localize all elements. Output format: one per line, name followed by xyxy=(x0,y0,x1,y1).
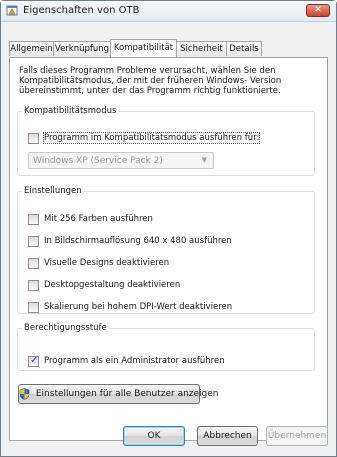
title-bar[interactable]: Eigenschaften von OTB ✕ xyxy=(1,1,336,22)
window-title: Eigenschaften von OTB xyxy=(23,5,140,16)
dialog-client-area: Allgemein Verknüpfung Kompatibilität Sic… xyxy=(4,22,333,454)
tab-details[interactable]: Details xyxy=(226,41,262,56)
tab-verknuepfung[interactable]: Verknüpfung xyxy=(53,41,111,56)
checkbox-box[interactable] xyxy=(28,280,39,291)
show-settings-all-users-button[interactable]: Einstellungen für alle Benutzer anzeigen xyxy=(18,384,219,404)
setting-label: Mit 256 Farben ausführen xyxy=(44,214,153,224)
setting-label: In Bildschirmauflösung 640 x 480 ausführ… xyxy=(44,236,232,246)
compat-mode-checkbox-box[interactable] xyxy=(28,133,39,144)
cancel-button[interactable]: Abbrechen xyxy=(197,426,258,446)
compat-mode-checkbox-label: Programm im Kompatibilitätsmodus ausführ… xyxy=(42,132,261,144)
run-as-admin-checkbox-box[interactable] xyxy=(28,355,39,367)
compat-mode-legend: Kompatibilitätsmodus xyxy=(24,106,117,116)
apply-button[interactable]: Übernehmen xyxy=(266,426,328,446)
compatibility-tab-panel: Falls dieses Programm Probleme verursach… xyxy=(9,57,328,441)
privilege-level-group: Berechtigungsstufe Programm als ein Admi… xyxy=(17,323,315,371)
compat-mode-group: Kompatibilitätsmodus Programm im Kompati… xyxy=(17,106,315,176)
ok-button[interactable]: OK xyxy=(123,426,185,446)
settings-legend: Einstellungen xyxy=(24,186,82,196)
checkbox-box[interactable] xyxy=(28,214,39,225)
chevron-down-icon: ▼ xyxy=(201,156,207,164)
close-button[interactable]: ✕ xyxy=(306,4,330,17)
checkbox-box[interactable] xyxy=(28,258,39,269)
setting-label: Visuelle Designs deaktivieren xyxy=(44,258,170,268)
os-version-select: Windows XP (Service Pack 2) ▼ xyxy=(28,152,214,169)
tab-kompatibilitaet[interactable]: Kompatibilität xyxy=(110,39,177,57)
setting-label: Skalierung bei hohem DPI-Wert deaktivier… xyxy=(44,302,233,312)
checkbox-box[interactable] xyxy=(28,236,39,247)
privilege-legend: Berechtigungsstufe xyxy=(24,323,107,333)
tab-allgemein[interactable]: Allgemein xyxy=(9,41,54,56)
setting-label: Desktopgestaltung deaktivieren xyxy=(44,280,181,290)
os-version-value: Windows XP (Service Pack 2) xyxy=(33,156,163,166)
show-settings-all-users-label: Einstellungen für alle Benutzer anzeigen xyxy=(35,389,219,399)
properties-window: Eigenschaften von OTB ✕ Allgemein Verknü… xyxy=(0,0,337,457)
tab-sicherheit[interactable]: Sicherheit xyxy=(176,41,227,56)
properties-window-icon xyxy=(6,5,18,16)
description-text: Falls dieses Programm Probleme verursach… xyxy=(19,66,282,96)
checkbox-box[interactable] xyxy=(28,302,39,313)
uac-shield-icon xyxy=(19,387,30,400)
close-icon: ✕ xyxy=(314,5,322,15)
settings-group: Einstellungen Mit 256 Farben ausführen I… xyxy=(17,186,315,314)
run-as-admin-label: Programm als ein Administrator ausführen xyxy=(44,356,225,366)
